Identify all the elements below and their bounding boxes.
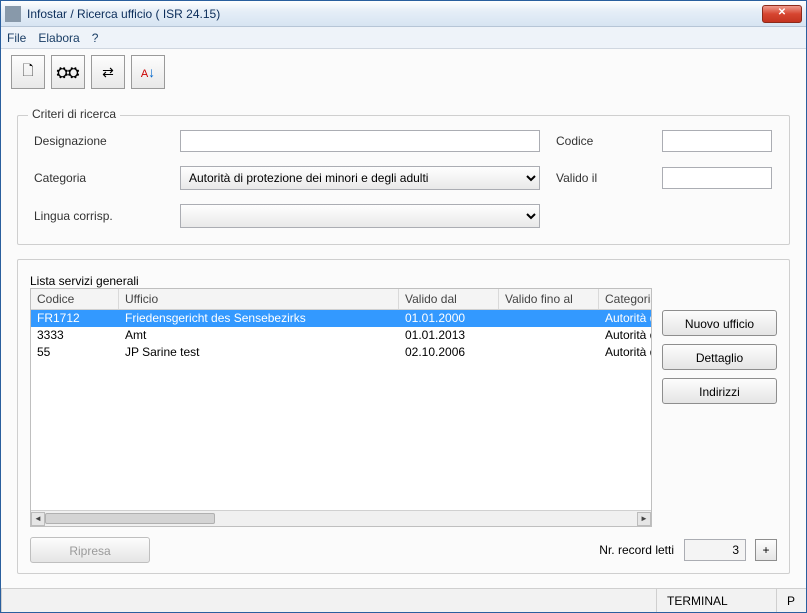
- statusbar: TERMINAL P: [1, 588, 806, 612]
- dettaglio-button[interactable]: Dettaglio: [662, 344, 777, 370]
- table-header: Codice Ufficio Valido dal Valido fino al…: [31, 289, 651, 310]
- indirizzi-button[interactable]: Indirizzi: [662, 378, 777, 404]
- label-lingua: Lingua corrisp.: [34, 209, 164, 223]
- record-step-button[interactable]: +: [755, 539, 777, 561]
- cell-categoria: Autorità di: [599, 344, 651, 361]
- cell-codice: 3333: [31, 327, 119, 344]
- client-area: 🗋 ⛭⛭ ⇄ A↓ Criteri di ricerca Designazion…: [1, 49, 806, 588]
- ripresa-button[interactable]: Ripresa: [30, 537, 150, 563]
- table-row[interactable]: 3333Amt01.01.2013 Autorità di: [31, 327, 651, 344]
- col-valido-dal[interactable]: Valido dal: [399, 289, 499, 309]
- cell-ufficio: Friedensgericht des Sensebezirks: [119, 310, 399, 327]
- cell-categoria: Autorità di: [599, 327, 651, 344]
- cell-valido_dal: 01.01.2013: [399, 327, 499, 344]
- codice-input[interactable]: [662, 130, 772, 152]
- cell-valido_dal: 01.01.2000: [399, 310, 499, 327]
- cell-codice: 55: [31, 344, 119, 361]
- col-codice[interactable]: Codice: [31, 289, 119, 309]
- menu-file[interactable]: File: [7, 31, 26, 45]
- side-buttons: Nuovo ufficio Dettaglio Indirizzi: [662, 288, 777, 527]
- toolbar-find-button[interactable]: ⛭⛭: [51, 55, 85, 89]
- col-valido-fino[interactable]: Valido fino al: [499, 289, 599, 309]
- cell-valido_fino: [499, 310, 599, 327]
- menu-help[interactable]: ?: [92, 31, 99, 45]
- toolbar: 🗋 ⛭⛭ ⇄ A↓: [11, 55, 796, 89]
- label-codice: Codice: [556, 134, 646, 148]
- cell-ufficio: Amt: [119, 327, 399, 344]
- record-count-label: Nr. record letti: [599, 543, 674, 557]
- table-row[interactable]: FR1712Friedensgericht des Sensebezirks01…: [31, 310, 651, 327]
- toolbar-replace-button[interactable]: ⇄: [91, 55, 125, 89]
- status-p: P: [776, 589, 806, 612]
- label-categoria: Categoria: [34, 171, 164, 185]
- list-box: Lista servizi generali Codice Ufficio Va…: [17, 259, 790, 574]
- search-criteria-box: Criteri di ricerca Designazione Codice C…: [17, 115, 790, 245]
- close-button[interactable]: ✕: [762, 5, 802, 23]
- lingua-select[interactable]: [180, 204, 540, 228]
- nuovo-ufficio-button[interactable]: Nuovo ufficio: [662, 310, 777, 336]
- cell-valido_fino: [499, 327, 599, 344]
- list-bottom-row: Ripresa Nr. record letti 3 +: [30, 537, 777, 563]
- cell-valido_fino: [499, 344, 599, 361]
- cell-codice: FR1712: [31, 310, 119, 327]
- table-row[interactable]: 55JP Sarine test02.10.2006 Autorità di: [31, 344, 651, 361]
- replace-icon: ⇄: [102, 64, 114, 81]
- sort-az-icon: A↓: [141, 64, 155, 80]
- cell-ufficio: JP Sarine test: [119, 344, 399, 361]
- designazione-input[interactable]: [180, 130, 540, 152]
- results-table: Codice Ufficio Valido dal Valido fino al…: [30, 288, 652, 527]
- record-count-value: 3: [684, 539, 746, 561]
- table-body: FR1712Friedensgericht des Sensebezirks01…: [31, 310, 651, 510]
- scroll-left-icon[interactable]: ◄: [31, 512, 45, 526]
- col-ufficio[interactable]: Ufficio: [119, 289, 399, 309]
- label-designazione: Designazione: [34, 134, 164, 148]
- app-icon: [5, 6, 21, 22]
- window-title: Infostar / Ricerca ufficio ( ISR 24.15): [27, 7, 762, 21]
- menubar: File Elabora ?: [1, 27, 806, 49]
- status-terminal: TERMINAL: [656, 589, 776, 612]
- horizontal-scrollbar[interactable]: ◄ ►: [31, 510, 651, 526]
- document-icon: 🗋: [22, 60, 33, 84]
- list-legend: Lista servizi generali: [30, 274, 777, 288]
- scroll-thumb[interactable]: [45, 513, 215, 524]
- titlebar: Infostar / Ricerca ufficio ( ISR 24.15) …: [1, 1, 806, 27]
- cell-valido_dal: 02.10.2006: [399, 344, 499, 361]
- menu-elabora[interactable]: Elabora: [38, 31, 79, 45]
- search-legend: Criteri di ricerca: [28, 107, 120, 121]
- cell-categoria: Autorità di: [599, 310, 651, 327]
- status-main: [1, 589, 656, 612]
- scroll-right-icon[interactable]: ►: [637, 512, 651, 526]
- toolbar-sort-button[interactable]: A↓: [131, 55, 165, 89]
- valido-input[interactable]: [662, 167, 772, 189]
- toolbar-new-button[interactable]: 🗋: [11, 55, 45, 89]
- col-categoria[interactable]: Categoria: [599, 289, 652, 309]
- categoria-select[interactable]: Autorità di protezione dei minori e degl…: [180, 166, 540, 190]
- label-valido: Valido il: [556, 171, 646, 185]
- app-window: Infostar / Ricerca ufficio ( ISR 24.15) …: [0, 0, 807, 613]
- binoculars-icon: ⛭⛭: [57, 64, 79, 81]
